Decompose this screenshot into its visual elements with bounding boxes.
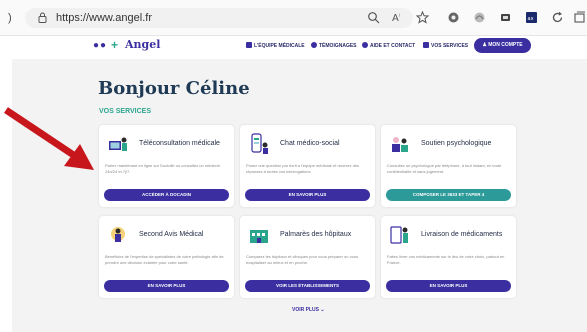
card-description: Parlez maintenant en ligne sur Doctolib … <box>105 163 220 174</box>
nav-temoignages[interactable]: TÉMOIGNAGES <box>311 42 357 49</box>
doctor-computer-illustration <box>109 137 127 151</box>
annotation-arrow-icon <box>4 107 94 170</box>
service-card-second-avis: Second Avis Médical Bénéficiez de l'expe… <box>99 216 234 298</box>
hospital-illustration <box>250 230 268 243</box>
card-button[interactable]: VOIR LES ÉTABLISSEMENTS <box>245 280 370 292</box>
team-icon <box>246 42 252 48</box>
service-card-teleconsultation: Téléconsultation médicale Parlez mainten… <box>99 125 234 207</box>
nav-vos-services[interactable]: VOS SERVICES <box>423 42 468 49</box>
card-description: Bénéficiez de l'expertise de spécialiste… <box>105 254 224 265</box>
card-description: Faites livrer vos médicaments sur le lie… <box>387 254 505 265</box>
services-icon <box>423 42 429 48</box>
card-title: Livraison de médicaments <box>421 231 503 238</box>
url-text: https://www.angel.fr <box>56 12 152 24</box>
lock-icon <box>38 12 47 23</box>
media-icon[interactable] <box>499 11 512 24</box>
back-button[interactable]: ) <box>8 12 12 24</box>
delivery-illustration <box>390 226 408 244</box>
phone-chat-illustration <box>251 133 268 154</box>
card-title: Chat médico-social <box>280 140 340 147</box>
logo-text[interactable]: Angel <box>125 38 160 51</box>
card-button[interactable]: ACCÉDER À DOCADIN <box>104 189 229 201</box>
card-title: Soutien psychologique <box>421 140 492 147</box>
service-card-livraison: Livraison de médicaments Faites livrer v… <box>381 216 516 298</box>
tabs-icon[interactable] <box>573 11 586 24</box>
nav-equipe-medicale[interactable]: L'ÉQUIPE MÉDICALE <box>246 42 305 49</box>
svg-text:ʲ: ʲ <box>398 13 400 20</box>
favorite-star-icon[interactable] <box>416 11 429 24</box>
chat-bubble-icon <box>311 42 317 48</box>
extension-icon[interactable] <box>447 11 460 24</box>
zoom-icon[interactable] <box>367 11 380 24</box>
help-icon <box>362 42 368 48</box>
card-description: Consultez un psychologue par téléphone, … <box>387 163 502 174</box>
card-button[interactable]: EN SAVOIR PLUS <box>245 189 370 201</box>
card-description: Posez une question par écrit à l'équipe … <box>246 163 360 174</box>
service-card-chat: Chat médico-social Posez une question pa… <box>240 125 375 207</box>
logo-plus-icon: + <box>111 38 119 52</box>
profile-extension-icon[interactable]: ax <box>525 11 538 24</box>
extension-icon[interactable] <box>473 11 486 24</box>
section-label: VOS SERVICES <box>99 108 152 115</box>
svg-text:A: A <box>392 13 399 24</box>
account-button[interactable]: ♟ MON COMPTE <box>474 38 531 53</box>
svg-text:ax: ax <box>528 16 534 22</box>
logo-mark[interactable]: ●● <box>93 40 107 51</box>
refresh-icon[interactable] <box>551 11 564 24</box>
read-aloud-icon[interactable]: Aʲ <box>392 11 405 24</box>
card-button[interactable]: COMPOSER LE 3633 ET TAPER 4 <box>386 189 511 201</box>
card-button[interactable]: EN SAVOIR PLUS <box>386 280 511 292</box>
service-card-psychologie: Soutien psychologique Consultez un psych… <box>381 125 516 207</box>
second-opinion-illustration <box>111 227 125 242</box>
voir-plus-link[interactable]: VOIR PLUS ⌄ <box>292 307 325 313</box>
card-description: Comparez les hôpitaux et cliniques pour … <box>246 254 359 265</box>
psychology-illustration <box>392 137 408 152</box>
nav-aide-contact[interactable]: AIDE ET CONTACT <box>362 42 415 49</box>
page-title: Bonjour Céline <box>98 78 250 99</box>
card-title: Palmarès des hôpitaux <box>280 231 352 238</box>
service-card-palmares: Palmarès des hôpitaux Comparez les hôpit… <box>240 216 375 298</box>
card-title: Téléconsultation médicale <box>139 140 220 147</box>
card-title: Second Avis Médical <box>139 231 204 238</box>
card-button[interactable]: EN SAVOIR PLUS <box>104 280 229 292</box>
